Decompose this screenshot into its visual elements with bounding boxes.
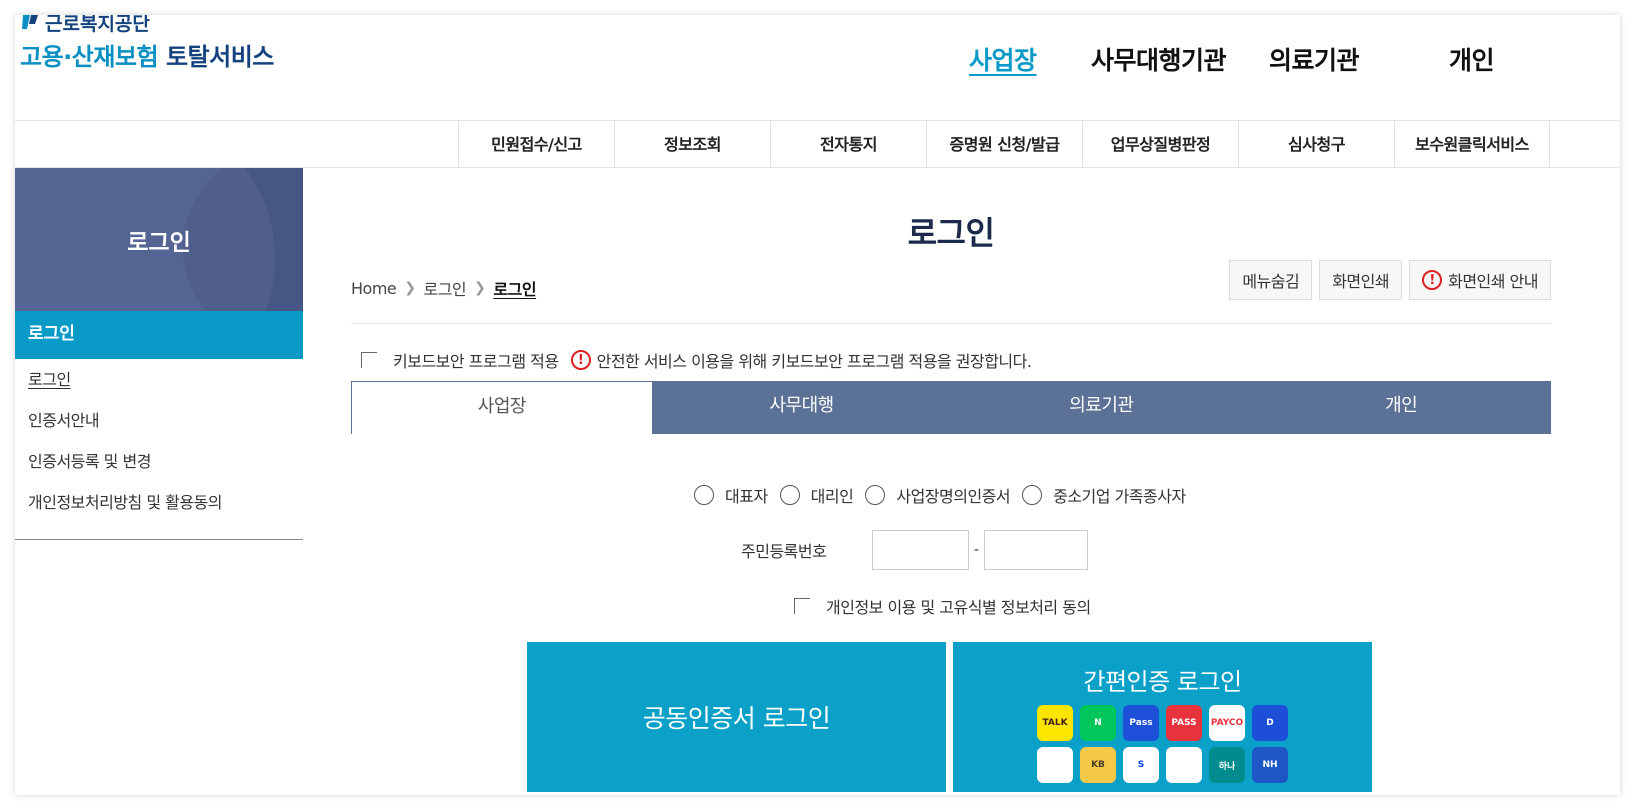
radio-representative[interactable]	[694, 485, 714, 505]
gnb-agency[interactable]: 사무대행기관	[1091, 41, 1227, 77]
tab-personal[interactable]: 개인	[1251, 381, 1551, 434]
sidebar-item-privacy-policy[interactable]: 개인정보처리방침 및 활용동의	[15, 488, 303, 529]
hide-menu-button[interactable]: 메뉴숨김	[1229, 260, 1313, 300]
sidebar-active-section[interactable]: 로그인	[15, 311, 303, 359]
sidebar-header: 로그인	[15, 168, 303, 311]
radio-workplace-cert[interactable]	[865, 485, 886, 505]
comwel-logo-icon	[20, 15, 40, 32]
auth-app-icon[interactable]: PASS	[1166, 705, 1202, 741]
login-type-tabs: 사업장 사무대행 의료기관 개인	[351, 381, 1551, 434]
keyboard-security-notice: 안전한 서비스 이용을 위해 키보드보안 프로그램 적용을 권장합니다.	[596, 352, 1032, 371]
page-frame: 근로복지공단 고용·산재보험 토탈서비스 사업장 사무대행기관 의료기관 개인 …	[15, 15, 1620, 795]
gnb-workplace[interactable]: 사업장	[969, 41, 1037, 77]
org-name: 근로복지공단	[20, 15, 274, 35]
resident-number-label: 주민등록번호	[741, 542, 827, 561]
resident-number-dash: -	[974, 542, 980, 558]
breadcrumb-current: 로그인	[493, 280, 537, 299]
main-navigation: 사업장 사무대행기관 의료기관 개인	[15, 41, 1620, 81]
tab-workplace[interactable]: 사업장	[351, 381, 652, 434]
keyboard-security-label: 키보드보안 프로그램 적용	[393, 352, 559, 371]
gnb-personal[interactable]: 개인	[1449, 41, 1495, 77]
sidebar-item-cert-register[interactable]: 인증서등록 및 변경	[15, 447, 303, 488]
sub-navigation: 민원접수/신고 정보조회 전자통지 증명원 신청/발급 업무상질병판정 심사청구…	[15, 120, 1620, 168]
simple-auth-login-button[interactable]: 간편인증 로그인 TALK N Pass PASS PAYCO D KB S 하나 NH	[953, 642, 1372, 792]
auth-app-icon[interactable]: Pass	[1123, 705, 1159, 741]
subnav-item[interactable]: 업무상질병판정	[1082, 121, 1238, 168]
sidebar-item-login[interactable]: 로그인	[15, 365, 303, 406]
auth-app-icon[interactable]: PAYCO	[1209, 705, 1245, 741]
page-title: 로그인	[907, 214, 995, 252]
radio-agent[interactable]	[779, 485, 800, 505]
tab-agency[interactable]: 사무대행	[651, 381, 952, 434]
header: 근로복지공단 고용·산재보험 토탈서비스 사업장 사무대행기관 의료기관 개인	[15, 15, 1620, 120]
subnav-item[interactable]: 심사청구	[1238, 121, 1394, 168]
resident-number-row: 주민등록번호 -	[741, 530, 1089, 570]
subnav-item[interactable]: 민원접수/신고	[458, 121, 614, 168]
login-role-radios: 대표자 대리인 사업장명의인증서 중소기업 가족종사자	[694, 483, 1198, 507]
keyboard-security-checkbox[interactable]	[361, 352, 377, 368]
subnav-item[interactable]: 증명원 신청/발급	[926, 121, 1082, 168]
print-guide-button[interactable]: ! 화면인쇄 안내	[1409, 260, 1551, 300]
chevron-right-icon: ❯	[404, 280, 416, 296]
keyboard-security-row: 키보드보안 프로그램 적용 ! 안전한 서비스 이용을 위해 키보드보안 프로그…	[361, 348, 1032, 372]
breadcrumb: Home ❯ 로그인 ❯ 로그인	[351, 276, 537, 300]
privacy-agree-checkbox[interactable]	[794, 598, 810, 614]
privacy-agree-row: 개인정보 이용 및 고유식별 정보처리 동의	[794, 594, 1091, 618]
gnb-medical[interactable]: 의료기관	[1269, 41, 1360, 77]
simple-auth-app-icons: TALK N Pass PASS PAYCO D KB S 하나 NH	[953, 705, 1372, 783]
breadcrumb-home[interactable]: Home	[351, 279, 397, 298]
auth-app-icon[interactable]: N	[1080, 705, 1116, 741]
auth-app-icon[interactable]: D	[1252, 705, 1288, 741]
sidebar-menu: 로그인 인증서안내 인증서등록 및 변경 개인정보처리방침 및 활용동의	[15, 359, 303, 540]
radio-family-worker[interactable]	[1022, 485, 1043, 505]
subnav-item[interactable]: 정보조회	[614, 121, 770, 168]
sidebar-title: 로그인	[127, 229, 191, 256]
privacy-agree-label: 개인정보 이용 및 고유식별 정보처리 동의	[826, 598, 1091, 617]
subnav-item[interactable]: 보수원클릭서비스	[1394, 121, 1550, 168]
auth-app-icon[interactable]: TALK	[1037, 705, 1073, 741]
warning-icon: !	[1422, 270, 1443, 290]
auth-app-icon[interactable]: 하나	[1209, 747, 1245, 783]
auth-app-icon[interactable]: S	[1123, 747, 1159, 783]
utility-buttons: 메뉴숨김 화면인쇄 ! 화면인쇄 안내	[1229, 260, 1551, 300]
left-sidebar: 로그인 로그인 로그인 인증서안내 인증서등록 및 변경 개인정보처리방침 및 …	[15, 168, 303, 540]
sidebar-item-cert-guide[interactable]: 인증서안내	[15, 406, 303, 447]
chevron-right-icon: ❯	[474, 280, 486, 296]
auth-app-icon[interactable]: KB	[1080, 747, 1116, 783]
print-button[interactable]: 화면인쇄	[1319, 260, 1403, 300]
divider	[351, 323, 1551, 324]
auth-app-icon[interactable]	[1166, 747, 1202, 783]
resident-number-front-input[interactable]	[872, 530, 969, 570]
login-methods: 공동인증서 로그인 간편인증 로그인 TALK N Pass PASS PAYCO D KB…	[527, 642, 1372, 792]
auth-app-icon[interactable]: NH	[1252, 747, 1288, 783]
breadcrumb-level1[interactable]: 로그인	[423, 276, 466, 300]
resident-number-back-input[interactable]	[984, 530, 1089, 570]
certificate-login-button[interactable]: 공동인증서 로그인	[527, 642, 946, 792]
simple-auth-title: 간편인증 로그인	[1083, 668, 1242, 696]
auth-app-icon[interactable]	[1037, 747, 1073, 783]
tab-medical[interactable]: 의료기관	[951, 381, 1252, 434]
warning-icon: !	[570, 350, 591, 370]
subnav-item[interactable]: 전자통지	[770, 121, 926, 168]
